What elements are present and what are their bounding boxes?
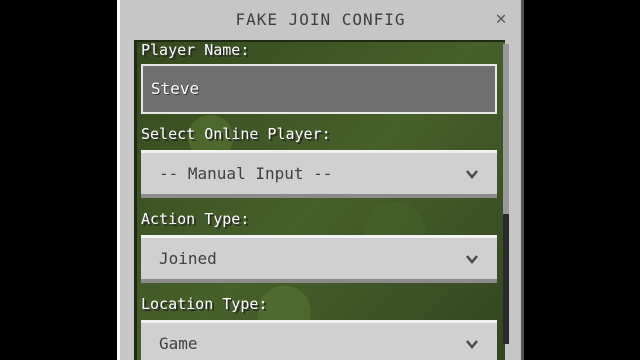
select-online-player-label: Select Online Player: — [141, 125, 331, 143]
chevron-down-icon — [466, 170, 478, 179]
location-type-selected-value: Game — [159, 334, 198, 353]
player-name-input[interactable]: Steve — [141, 64, 497, 114]
chevron-down-icon — [466, 255, 478, 264]
online-player-dropdown[interactable]: -- Manual Input -- — [141, 150, 497, 198]
scrollbar-track[interactable] — [503, 44, 509, 344]
form-scroll-area[interactable]: Player Name: Steve Select Online Player:… — [134, 40, 505, 360]
location-type-label: Location Type: — [141, 295, 268, 313]
screen: FAKE JOIN CONFIG ✕ Player Name: Steve Se… — [0, 0, 640, 360]
close-icon[interactable]: ✕ — [491, 9, 511, 29]
dialog-title: FAKE JOIN CONFIG — [235, 10, 406, 29]
action-type-label: Action Type: — [141, 210, 250, 228]
action-type-selected-value: Joined — [159, 249, 217, 268]
chevron-down-icon — [466, 340, 478, 349]
player-name-label: Player Name: — [141, 41, 250, 59]
fake-join-config-dialog: FAKE JOIN CONFIG ✕ Player Name: Steve Se… — [117, 0, 524, 360]
title-bar: FAKE JOIN CONFIG ✕ — [120, 0, 521, 42]
scrollbar-thumb[interactable] — [503, 44, 509, 214]
online-player-selected-value: -- Manual Input -- — [159, 164, 333, 183]
action-type-dropdown[interactable]: Joined — [141, 235, 497, 283]
location-type-dropdown[interactable]: Game — [141, 320, 497, 360]
